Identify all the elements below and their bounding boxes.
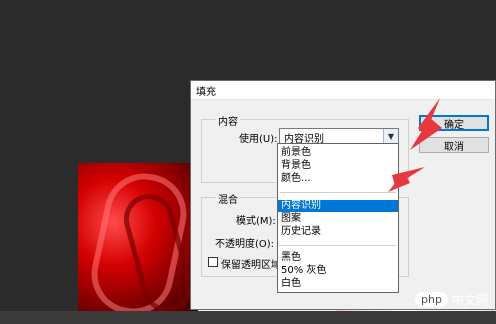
watermark-text: 中文网: [451, 293, 488, 307]
arrow-icon: [388, 167, 425, 192]
watermark: php 中文网: [415, 291, 488, 308]
arrow-icon: [410, 98, 442, 150]
php-logo: php: [415, 292, 448, 307]
annotation-arrows: [388, 98, 442, 192]
